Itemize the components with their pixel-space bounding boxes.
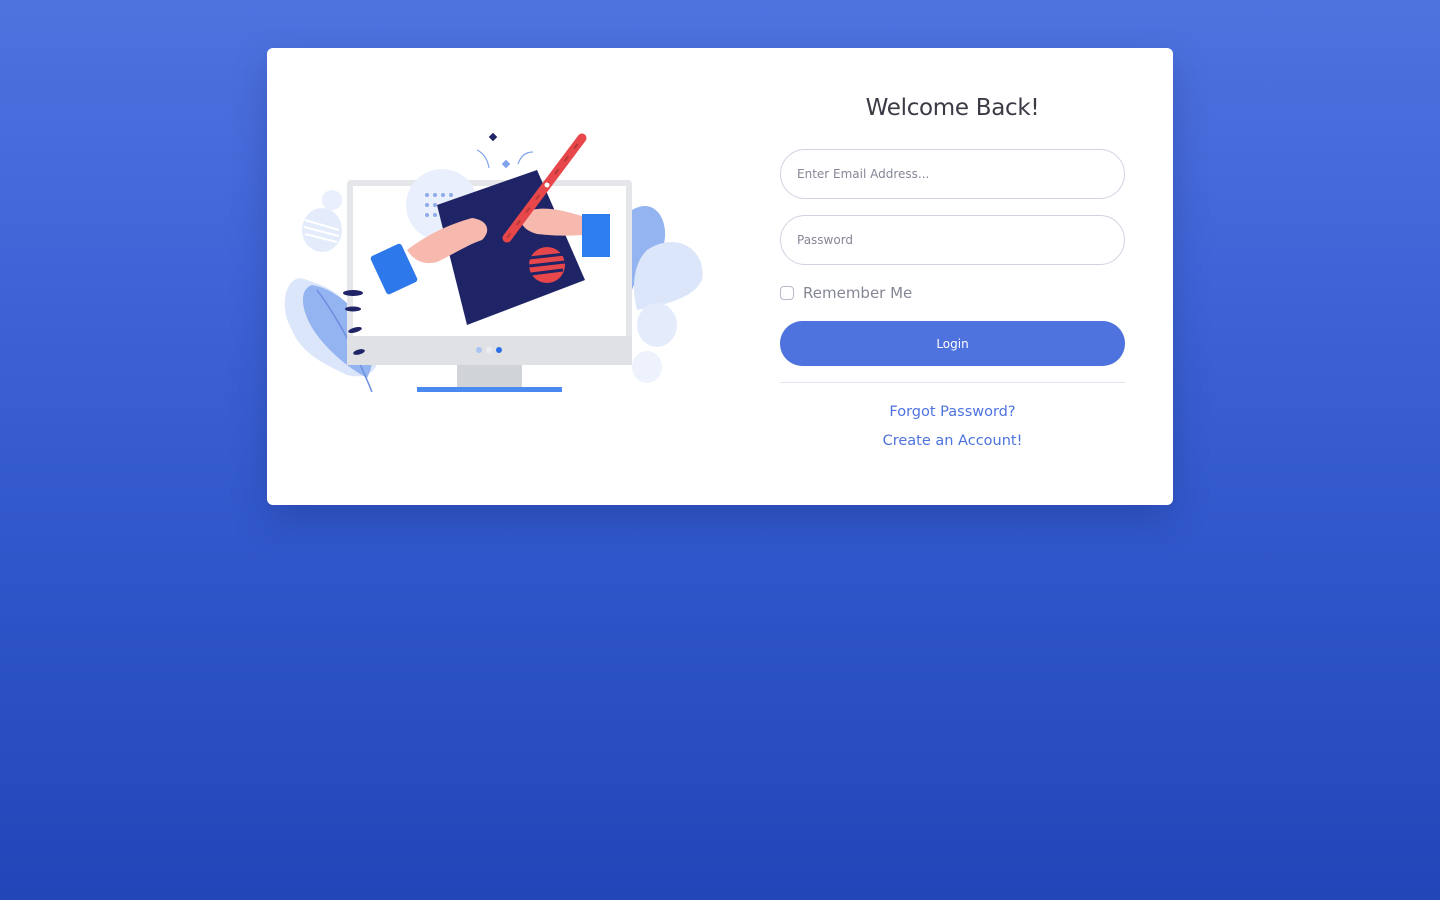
email-field[interactable] [780, 149, 1125, 199]
remember-me-row[interactable]: Remember Me [780, 284, 912, 302]
remember-me-label[interactable]: Remember Me [803, 284, 912, 302]
password-field[interactable] [780, 215, 1125, 265]
login-card: Welcome Back! Remember Me Login Forgot P… [267, 48, 1173, 505]
forgot-password-link[interactable]: Forgot Password? [780, 404, 1125, 420]
login-button[interactable]: Login [780, 321, 1125, 366]
divider [780, 382, 1125, 383]
page-title: Welcome Back! [865, 95, 1040, 121]
create-account-link[interactable]: Create an Account! [780, 433, 1125, 449]
computer-drawing-illustration [284, 132, 703, 393]
remember-me-checkbox[interactable] [780, 286, 794, 300]
